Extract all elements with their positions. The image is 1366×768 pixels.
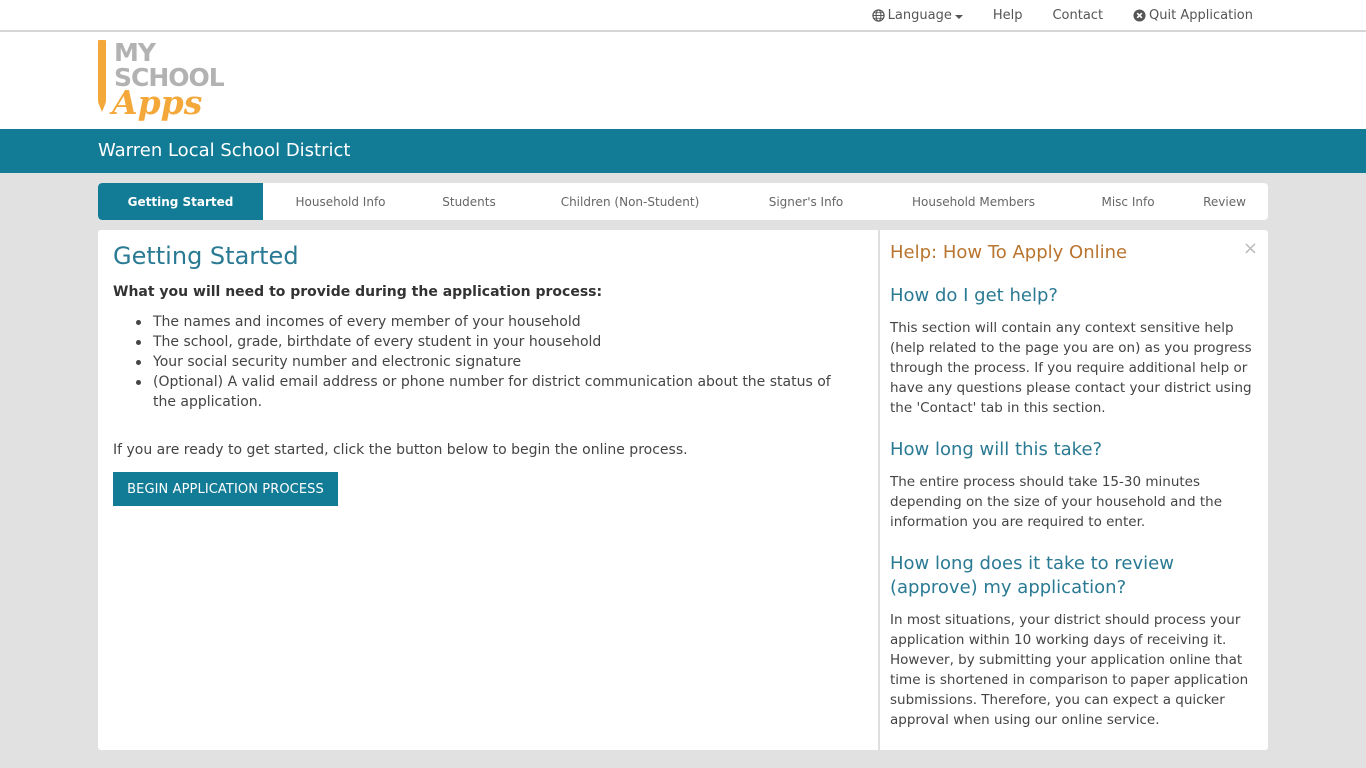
pencil-icon: [98, 40, 106, 102]
help-answer: This section will contain any context se…: [890, 320, 1252, 416]
tab-household-members[interactable]: Household Members: [872, 183, 1075, 220]
help-question: How long will this take?: [890, 439, 1103, 460]
tab-household-info[interactable]: Household Info: [263, 183, 418, 220]
top-bar: Language Help Contact Quit Application: [0, 0, 1366, 31]
tab-getting-started[interactable]: Getting Started: [98, 183, 263, 220]
tab-signers-info[interactable]: Signer's Info: [740, 183, 872, 220]
list-item: The names and incomes of every member of…: [136, 312, 853, 332]
times-circle-icon: [1133, 9, 1146, 22]
tab-misc-info[interactable]: Misc Info: [1075, 183, 1181, 220]
list-item: (Optional) A valid email address or phon…: [136, 372, 853, 412]
pencil-tip: [98, 102, 106, 112]
logo-area: MY SCHOOL Apps: [0, 32, 1366, 129]
help-question: How long does it take to review (approve…: [890, 553, 1174, 598]
logo-word-my: MY: [114, 38, 156, 67]
requirements-heading: What you will need to provide during the…: [113, 284, 603, 300]
list-item: Your social security number and electron…: [136, 352, 853, 372]
begin-application-button[interactable]: BEGIN APPLICATION PROCESS: [113, 472, 338, 506]
requirements-list: The names and incomes of every member of…: [136, 312, 853, 412]
quit-application-link[interactable]: Quit Application: [1133, 8, 1253, 23]
list-item: The school, grade, birthdate of every st…: [136, 332, 853, 352]
help-question: How do I get help?: [890, 285, 1058, 306]
my-school-apps-logo[interactable]: MY SCHOOL Apps: [98, 40, 248, 126]
step-tabs: Getting Started Household Info Students …: [98, 183, 1268, 220]
getting-started-panel: Getting Started What you will need to pr…: [98, 230, 878, 750]
globe-icon: [871, 9, 885, 22]
top-nav: Language Help Contact Quit Application: [871, 0, 1253, 31]
quit-label: Quit Application: [1149, 8, 1253, 23]
ready-text: If you are ready to get started, click t…: [113, 442, 688, 458]
tab-students[interactable]: Students: [418, 183, 520, 220]
close-icon[interactable]: ×: [1243, 238, 1258, 259]
caret-down-icon: [954, 14, 963, 19]
page-title: Getting Started: [113, 242, 299, 270]
contact-link[interactable]: Contact: [1052, 8, 1103, 23]
tab-children-non-student[interactable]: Children (Non-Student): [520, 183, 740, 220]
help-link[interactable]: Help: [993, 8, 1023, 23]
language-menu[interactable]: Language: [871, 8, 963, 23]
language-label: Language: [887, 8, 952, 23]
district-name: Warren Local School District: [98, 140, 351, 161]
help-answer: In most situations, your district should…: [890, 612, 1249, 728]
help-answer: The entire process should take 15-30 min…: [890, 474, 1222, 530]
district-banner: Warren Local School District: [0, 129, 1366, 173]
logo-word-apps: Apps: [112, 83, 203, 122]
help-panel: × Help: How To Apply Online How do I get…: [879, 230, 1268, 750]
tab-review[interactable]: Review: [1181, 183, 1268, 220]
help-title: Help: How To Apply Online: [890, 242, 1128, 263]
